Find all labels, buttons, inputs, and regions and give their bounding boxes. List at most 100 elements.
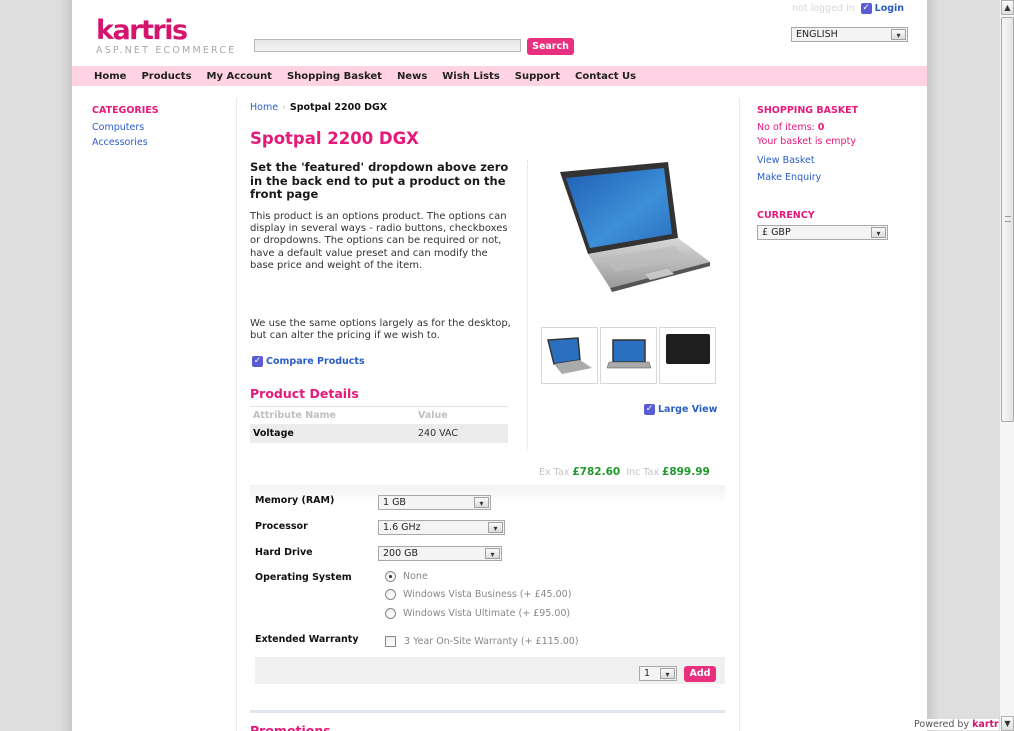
compare-label: Compare Products (266, 356, 365, 367)
table-row: Voltage 240 VAC (250, 424, 508, 443)
breadcrumb-current: Spotpal 2200 DGX (289, 102, 388, 113)
powered-by-label: Powered by (914, 719, 970, 730)
os-label: Operating System (255, 572, 352, 583)
basket-title: SHOPPING BASKET (757, 105, 859, 116)
price-line: Ex Tax £782.60 Inc Tax £899.99 (539, 466, 710, 478)
processor-select[interactable]: 1.6 GHz ▾ (378, 520, 505, 535)
left-divider (236, 98, 237, 731)
checkbox-icon (385, 636, 396, 647)
category-computers[interactable]: Computers (92, 122, 144, 133)
thumbnail-3[interactable] (659, 327, 716, 384)
section-divider (250, 710, 725, 713)
compare-check-icon: ✓ (252, 356, 263, 367)
large-view-label: Large View (658, 404, 718, 415)
attribute-name: Voltage (253, 428, 294, 439)
product-details-title: Product Details (250, 386, 359, 401)
thumbnail-laptop-front (606, 339, 652, 369)
thumbnail-laptop-closed (666, 334, 710, 364)
laptop-image (560, 162, 710, 292)
currency-value: £ GBP (762, 227, 791, 238)
page-shadow-right (927, 0, 939, 731)
warranty-label: Extended Warranty (255, 634, 359, 645)
quantity-select[interactable]: 1 ▾ (639, 666, 677, 681)
chevron-down-icon: ▾ (485, 548, 500, 559)
details-header-value: Value (418, 410, 448, 421)
scroll-down-icon[interactable]: ▼ (1001, 716, 1014, 731)
thumbnail-1[interactable] (541, 327, 598, 384)
chevron-down-icon: ▾ (871, 227, 886, 238)
chevron-down-icon: ▾ (488, 522, 503, 533)
nav-my-account[interactable]: My Account (207, 71, 272, 82)
hard-drive-value: 200 GB (383, 548, 419, 559)
basket-count-value: 0 (817, 122, 825, 133)
warranty-option-label: 3 Year On-Site Warranty (+ £115.00) (404, 636, 579, 647)
hard-drive-label: Hard Drive (255, 547, 313, 558)
language-value: ENGLISH (796, 29, 838, 40)
breadcrumb-separator-icon: › (282, 102, 286, 113)
large-view[interactable]: ✓ Large View (644, 404, 717, 415)
quantity-value: 1 (644, 668, 651, 679)
category-accessories[interactable]: Accessories (92, 137, 148, 148)
add-button[interactable]: Add (684, 666, 716, 682)
ex-tax-label: Ex Tax (539, 467, 570, 478)
os-option-label: None (403, 571, 428, 582)
details-header-name: Attribute Name (253, 410, 336, 421)
nav-wish-lists[interactable]: Wish Lists (442, 71, 500, 82)
product-description-2: We use the same options largely as for t… (250, 318, 511, 342)
processor-value: 1.6 GHz (383, 522, 421, 533)
radio-icon (385, 608, 396, 619)
product-main-image[interactable] (550, 158, 714, 293)
logo-brand: kartris (96, 15, 188, 46)
page-shadow-left (60, 0, 72, 731)
thumbnail-2[interactable] (600, 327, 657, 384)
chevron-down-icon: ▾ (474, 497, 489, 508)
nav-home[interactable]: Home (94, 71, 126, 82)
os-option-none[interactable]: None (385, 571, 428, 582)
processor-label: Processor (255, 521, 308, 532)
product-details-table: Attribute Name Value Voltage 240 VAC (250, 406, 508, 443)
memory-select[interactable]: 1 GB ▾ (378, 495, 491, 510)
login-status: not logged in (792, 3, 855, 14)
main-nav: Home Products My Account Shopping Basket… (72, 66, 927, 86)
nav-products[interactable]: Products (141, 71, 191, 82)
login-area: not logged in ✓ Login (792, 3, 904, 14)
language-select[interactable]: ENGLISH ▾ (791, 27, 908, 42)
breadcrumb-home[interactable]: Home (250, 102, 278, 113)
image-column-divider (527, 160, 528, 450)
page: kartris ASP.NET ECOMMERCE Search not log… (72, 0, 927, 731)
login-link[interactable]: Login (875, 3, 904, 14)
warranty-checkbox[interactable]: 3 Year On-Site Warranty (+ £115.00) (385, 636, 579, 647)
logo[interactable]: kartris ASP.NET ECOMMERCE (96, 15, 237, 56)
promotions-title: Promotions (250, 723, 331, 731)
chevron-down-icon: ▾ (891, 29, 906, 40)
nav-news[interactable]: News (397, 71, 427, 82)
os-option-label: Windows Vista Ultimate (+ £95.00) (403, 608, 571, 619)
ex-tax-price: £782.60 (572, 466, 621, 478)
nav-shopping-basket[interactable]: Shopping Basket (287, 71, 382, 82)
attribute-value: 240 VAC (418, 428, 459, 439)
nav-contact-us[interactable]: Contact Us (575, 71, 636, 82)
currency-title: CURRENCY (757, 210, 815, 221)
search-button[interactable]: Search (527, 38, 574, 55)
scrollbar-thumb[interactable] (1001, 17, 1014, 422)
memory-value: 1 GB (383, 497, 406, 508)
logo-tagline: ASP.NET ECOMMERCE (96, 45, 237, 56)
search-input[interactable] (254, 39, 521, 52)
nav-support[interactable]: Support (515, 71, 560, 82)
make-enquiry-link[interactable]: Make Enquiry (757, 172, 821, 183)
os-option-ultimate[interactable]: Windows Vista Ultimate (+ £95.00) (385, 608, 570, 619)
basket-empty-text: Your basket is empty (757, 136, 856, 147)
scroll-up-icon[interactable]: ▲ (1001, 0, 1014, 15)
thumbnail-laptop-angle (547, 337, 592, 374)
inc-tax-label: Inc Tax (626, 467, 659, 478)
view-basket-link[interactable]: View Basket (757, 155, 815, 166)
vertical-scrollbar[interactable]: ▲ ▼ (999, 0, 1014, 731)
basket-count: No of items: 0 (757, 122, 824, 133)
compare-products[interactable]: ✓ Compare Products (252, 356, 365, 367)
currency-select[interactable]: £ GBP ▾ (757, 225, 888, 240)
radio-icon (385, 589, 396, 600)
powered-by[interactable]: Powered by kartris (912, 719, 1010, 730)
radio-selected-icon (385, 571, 396, 582)
os-option-business[interactable]: Windows Vista Business (+ £45.00) (385, 589, 571, 600)
hard-drive-select[interactable]: 200 GB ▾ (378, 546, 502, 561)
